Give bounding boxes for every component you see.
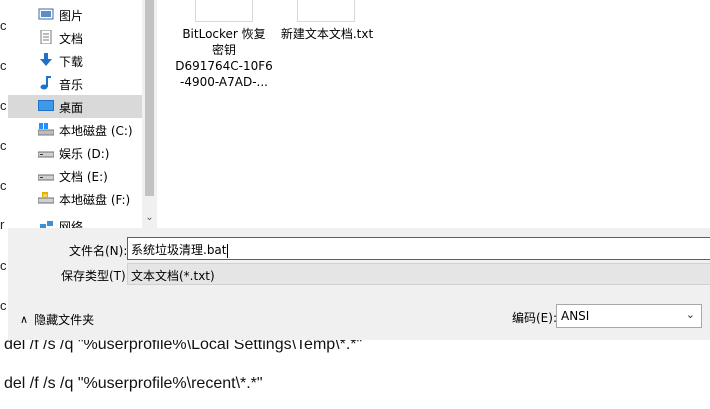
network-icon — [40, 221, 53, 228]
nav-item-drive-f[interactable]: 本地磁盘 (F:) — [8, 187, 142, 210]
nav-item-desktop[interactable]: 桌面 — [8, 95, 142, 118]
text-caret — [226, 243, 228, 258]
pictures-icon — [38, 8, 54, 20]
chevron-down-icon: ⌄ — [685, 308, 695, 321]
music-icon — [40, 76, 51, 90]
drive-icon — [38, 151, 54, 158]
nav-item-label: 音乐 — [59, 78, 84, 92]
filename-value: 系统垃圾清理.bat — [131, 243, 227, 257]
nav-item-label: 文档 — [59, 32, 84, 46]
file-type-label: 保存类型(T): — [61, 269, 130, 283]
background-glyph: c — [0, 178, 7, 193]
navigation-pane: 图片 文档 下载 音乐 桌面 本地磁盘 (C:) 娱乐 (D:) 文档 (E:)… — [8, 0, 142, 228]
background-glyph: c — [0, 18, 7, 33]
file-item-bitlocker[interactable]: BitLocker 恢复 密钥 D691764C-10F6 -4900-A7AD… — [174, 26, 274, 90]
drive-icon — [38, 192, 54, 204]
nav-item-label: 文档 (E:) — [59, 170, 108, 184]
documents-icon — [40, 30, 52, 44]
scroll-down-arrow-icon[interactable]: ⌄ — [142, 210, 157, 226]
file-list: BitLocker 恢复 密钥 D691764C-10F6 -4900-A7AD… — [157, 0, 710, 228]
background-glyph: c — [0, 58, 7, 73]
nav-item-label: 本地磁盘 (F:) — [59, 193, 131, 207]
file-type-select[interactable]: 文本文档(*.txt) — [127, 263, 710, 285]
system-drive-icon — [38, 123, 54, 136]
nav-item-drive-e[interactable]: 文档 (E:) — [8, 164, 142, 187]
nav-item-drive-d[interactable]: 娱乐 (D:) — [8, 141, 142, 164]
nav-item-network[interactable]: 网络 — [8, 214, 142, 228]
download-icon — [40, 53, 52, 66]
nav-item-label: 网络 — [59, 220, 84, 228]
dialog-form: 文件名(N): 系统垃圾清理.bat 保存类型(T): 文本文档(*.txt) … — [8, 228, 710, 340]
desktop-icon — [38, 100, 54, 111]
nav-item-label: 下载 — [59, 55, 84, 69]
filename-input[interactable]: 系统垃圾清理.bat — [127, 237, 710, 260]
chevron-up-icon: ∧ — [20, 313, 29, 326]
nav-item-downloads[interactable]: 下载 — [8, 49, 142, 72]
save-as-dialog: 图片 文档 下载 音乐 桌面 本地磁盘 (C:) 娱乐 (D:) 文档 (E:)… — [8, 0, 710, 340]
background-glyph: c — [0, 98, 7, 113]
background-glyph: c — [0, 138, 7, 153]
nav-item-drive-c[interactable]: 本地磁盘 (C:) — [8, 118, 142, 141]
encoding-value: ANSI — [561, 309, 590, 323]
nav-item-music[interactable]: 音乐 — [8, 72, 142, 95]
nav-item-pictures[interactable]: 图片 — [8, 3, 142, 26]
text-file-icon — [297, 0, 355, 22]
nav-item-label: 娱乐 (D:) — [59, 147, 110, 161]
file-type-value: 文本文档(*.txt) — [131, 269, 215, 283]
file-item-new-text[interactable]: 新建文本文档.txt — [277, 26, 377, 42]
nav-item-label: 桌面 — [59, 101, 84, 115]
text-file-icon — [195, 0, 253, 22]
nav-item-documents[interactable]: 文档 — [8, 26, 142, 49]
drive-icon — [38, 174, 54, 181]
background-glyph: c — [0, 258, 7, 273]
scrollbar-thumb[interactable] — [145, 0, 154, 196]
nav-scrollbar[interactable]: ⌄ — [142, 0, 157, 228]
background-text-line: del /f /s /q "%userprofile%\recent\*.*" — [4, 375, 263, 392]
nav-item-label: 图片 — [59, 9, 84, 23]
hide-folders-button[interactable]: ∧ 隐藏文件夹 — [20, 311, 94, 328]
hide-folders-label: 隐藏文件夹 — [34, 313, 95, 327]
background-glyph: c — [0, 298, 7, 313]
background-glyph: r — [0, 217, 5, 232]
nav-item-label: 本地磁盘 (C:) — [59, 124, 133, 138]
encoding-select[interactable]: ANSI ⌄ — [556, 304, 702, 328]
encoding-label: 编码(E): — [512, 311, 557, 325]
filename-label: 文件名(N): — [69, 244, 128, 258]
